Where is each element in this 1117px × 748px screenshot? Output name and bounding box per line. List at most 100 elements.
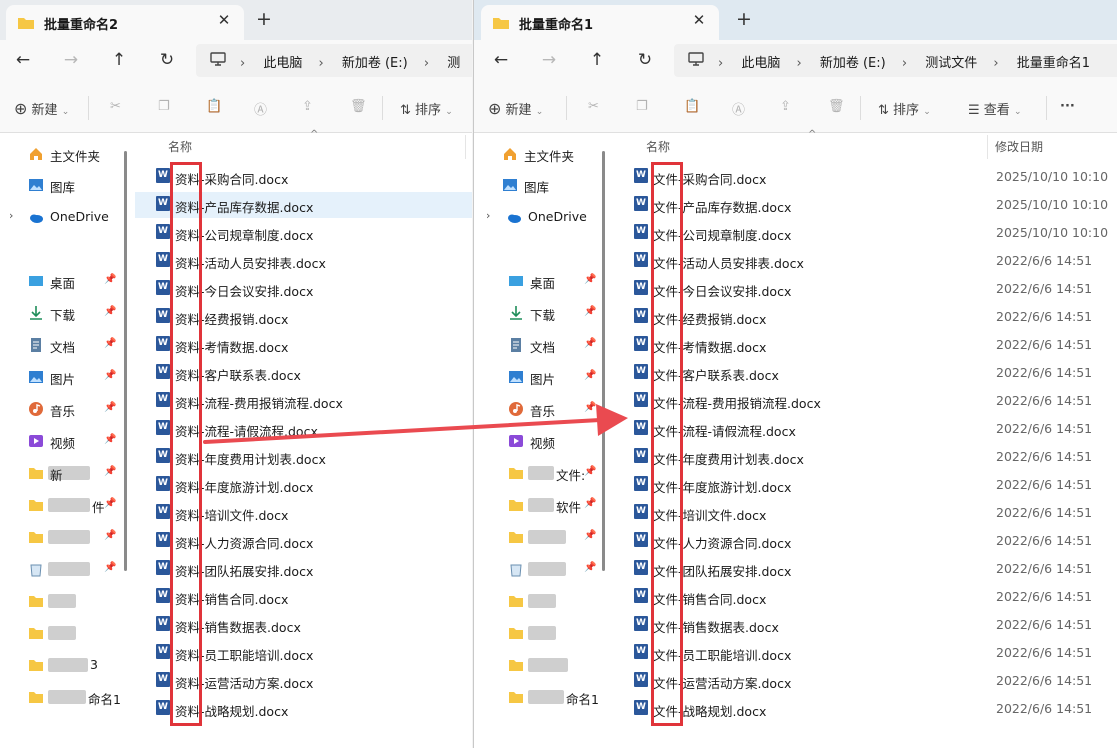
view-button[interactable]: ☰ 查看 ⌄: [968, 99, 1022, 118]
table-row[interactable]: W 文件-流程-请假流程.docx 2022/6/6 14:51: [613, 416, 1117, 442]
table-row[interactable]: W 文件-产品库存数据.docx 2025/10/10 10:10: [613, 192, 1117, 218]
new-button[interactable]: ⊕ 新建 ⌄: [14, 99, 69, 118]
table-row[interactable]: W 文件-团队拓展安排.docx 2022/6/6 14:51: [613, 556, 1117, 582]
copy-icon[interactable]: ❐: [158, 99, 170, 114]
share-icon[interactable]: ⇪: [302, 99, 313, 114]
chevron-down-icon: ⌄: [535, 107, 544, 117]
column-header-name[interactable]: 名称: [168, 138, 192, 155]
column-divider[interactable]: [465, 135, 466, 159]
file-modified-date: 2022/6/6 14:51: [996, 477, 1093, 492]
table-row[interactable]: W 文件-活动人员安排表.docx 2022/6/6 14:51: [613, 248, 1117, 274]
video-icon: [509, 435, 523, 447]
computer-icon: [688, 52, 704, 66]
forward-button[interactable]: →: [538, 50, 560, 70]
folder-icon: [509, 692, 523, 703]
word-document-icon: W: [634, 392, 648, 407]
word-document-icon: W: [634, 168, 648, 183]
view-icon: ☰: [968, 103, 980, 118]
pin-icon: 📌: [584, 274, 597, 285]
table-row[interactable]: W 文件-考情数据.docx 2022/6/6 14:51: [613, 332, 1117, 358]
tab-active[interactable]: 批量重命名1 ✕: [481, 5, 719, 40]
address-bar[interactable]: › 此电脑 › 新加卷 (E:) › 测: [196, 44, 472, 77]
column-header-name[interactable]: 名称: [646, 138, 670, 155]
word-document-icon: W: [156, 308, 170, 323]
download-icon: [510, 306, 522, 320]
paste-icon[interactable]: 📋: [684, 99, 700, 114]
breadcrumb-item[interactable]: 测: [447, 52, 460, 71]
gallery-icon: [29, 179, 43, 191]
copy-icon[interactable]: ❐: [636, 99, 648, 114]
word-document-icon: W: [634, 644, 648, 659]
delete-icon[interactable]: 🗑: [828, 99, 845, 114]
table-row[interactable]: W 文件-战略规划.docx 2022/6/6 14:51: [613, 696, 1117, 722]
navigation-pane: 主文件夹 图库 › OneDrive 桌面 📌 下载 📌 文档 📌 图片 📌 音…: [474, 133, 608, 748]
up-button[interactable]: ↑: [586, 50, 608, 70]
tab-active[interactable]: 批量重命名2 ✕: [6, 5, 244, 40]
column-divider[interactable]: [987, 135, 988, 159]
breadcrumb-item[interactable]: 新加卷 (E:): [342, 52, 408, 71]
folder-icon: [493, 18, 509, 29]
up-button[interactable]: ↑: [108, 50, 130, 70]
sidebar-scrollbar[interactable]: [602, 151, 605, 571]
chevron-right-icon: ›: [240, 56, 246, 71]
forward-button[interactable]: →: [60, 50, 82, 70]
new-tab-button[interactable]: +: [256, 8, 272, 30]
table-row[interactable]: W 文件-员工职能培训.docx 2022/6/6 14:51: [613, 640, 1117, 666]
table-row[interactable]: W 文件-运营活动方案.docx 2022/6/6 14:51: [613, 668, 1117, 694]
chevron-down-icon: ⌄: [923, 107, 931, 117]
cut-icon[interactable]: ✂: [110, 99, 121, 114]
breadcrumb-item[interactable]: 测试文件: [925, 52, 977, 71]
table-row[interactable]: W 文件-人力资源合同.docx 2022/6/6 14:51: [613, 528, 1117, 554]
delete-icon[interactable]: 🗑: [350, 99, 367, 114]
word-document-icon: W: [156, 336, 170, 351]
pin-icon: 📌: [584, 530, 597, 541]
share-icon[interactable]: ⇪: [780, 99, 791, 114]
table-row[interactable]: W 文件-公司规章制度.docx 2025/10/10 10:10: [613, 220, 1117, 246]
close-icon[interactable]: ✕: [214, 11, 234, 29]
breadcrumb-item[interactable]: 此电脑: [741, 52, 780, 71]
folder-icon: [509, 628, 523, 639]
music-icon: [29, 402, 43, 416]
back-button[interactable]: ←: [490, 50, 512, 70]
table-row[interactable]: W 文件-销售合同.docx 2022/6/6 14:51: [613, 584, 1117, 610]
sidebar-scrollbar[interactable]: [124, 151, 127, 571]
table-row[interactable]: W 文件-销售数据表.docx 2022/6/6 14:51: [613, 612, 1117, 638]
breadcrumb-item[interactable]: 此电脑: [263, 52, 302, 71]
word-document-icon: W: [156, 700, 170, 715]
plus-icon: ⊕: [14, 99, 28, 118]
table-row[interactable]: W 文件-年度旅游计划.docx 2022/6/6 14:51: [613, 472, 1117, 498]
more-options-button[interactable]: ···: [1060, 99, 1075, 114]
table-row[interactable]: W 文件-经费报销.docx 2022/6/6 14:51: [613, 304, 1117, 330]
address-bar[interactable]: › 此电脑 › 新加卷 (E:) › 测试文件 › 批量重命名1: [674, 44, 1117, 77]
table-row[interactable]: W 文件-今日会议安排.docx 2022/6/6 14:51: [613, 276, 1117, 302]
refresh-button[interactable]: ↻: [634, 50, 656, 70]
table-row[interactable]: W 文件-培训文件.docx 2022/6/6 14:51: [613, 500, 1117, 526]
word-document-icon: W: [156, 420, 170, 435]
chevron-right-icon[interactable]: ›: [9, 209, 13, 222]
table-row[interactable]: W 文件-流程-费用报销流程.docx 2022/6/6 14:51: [613, 388, 1117, 414]
sort-button[interactable]: ⇅ 排序 ⌄: [400, 99, 453, 118]
word-document-icon: W: [634, 364, 648, 379]
back-button[interactable]: ←: [12, 50, 34, 70]
file-modified-date: 2022/6/6 14:51: [996, 561, 1093, 576]
table-row[interactable]: W 文件-年度费用计划表.docx 2022/6/6 14:51: [613, 444, 1117, 470]
column-header-date[interactable]: 修改日期: [995, 138, 1043, 155]
table-row[interactable]: W 文件-采购合同.docx 2025/10/10 10:10: [613, 164, 1117, 190]
paste-icon[interactable]: 📋: [206, 99, 222, 114]
new-tab-button[interactable]: +: [736, 8, 752, 30]
rename-icon[interactable]: Ⓐ: [254, 99, 267, 118]
refresh-button[interactable]: ↻: [156, 50, 178, 70]
chevron-right-icon[interactable]: ›: [486, 209, 490, 222]
close-icon[interactable]: ✕: [689, 11, 709, 29]
rename-icon[interactable]: Ⓐ: [732, 99, 745, 118]
explorer-window-2: 批量重命名1 ✕ + ← → ↑ ↻ › 此电脑 › 新加卷 (E:) › 测试…: [473, 0, 1117, 748]
folder-icon: [509, 596, 523, 607]
new-button[interactable]: ⊕ 新建 ⌄: [488, 99, 543, 118]
breadcrumb-item[interactable]: 批量重命名1: [1017, 52, 1090, 71]
breadcrumb-item[interactable]: 新加卷 (E:): [820, 52, 886, 71]
chevron-right-icon: ›: [423, 56, 430, 71]
table-row[interactable]: W 文件-客户联系表.docx 2022/6/6 14:51: [613, 360, 1117, 386]
cut-icon[interactable]: ✂: [588, 99, 599, 114]
pin-icon: 📌: [584, 402, 597, 413]
sort-button[interactable]: ⇅ 排序 ⌄: [878, 99, 931, 118]
